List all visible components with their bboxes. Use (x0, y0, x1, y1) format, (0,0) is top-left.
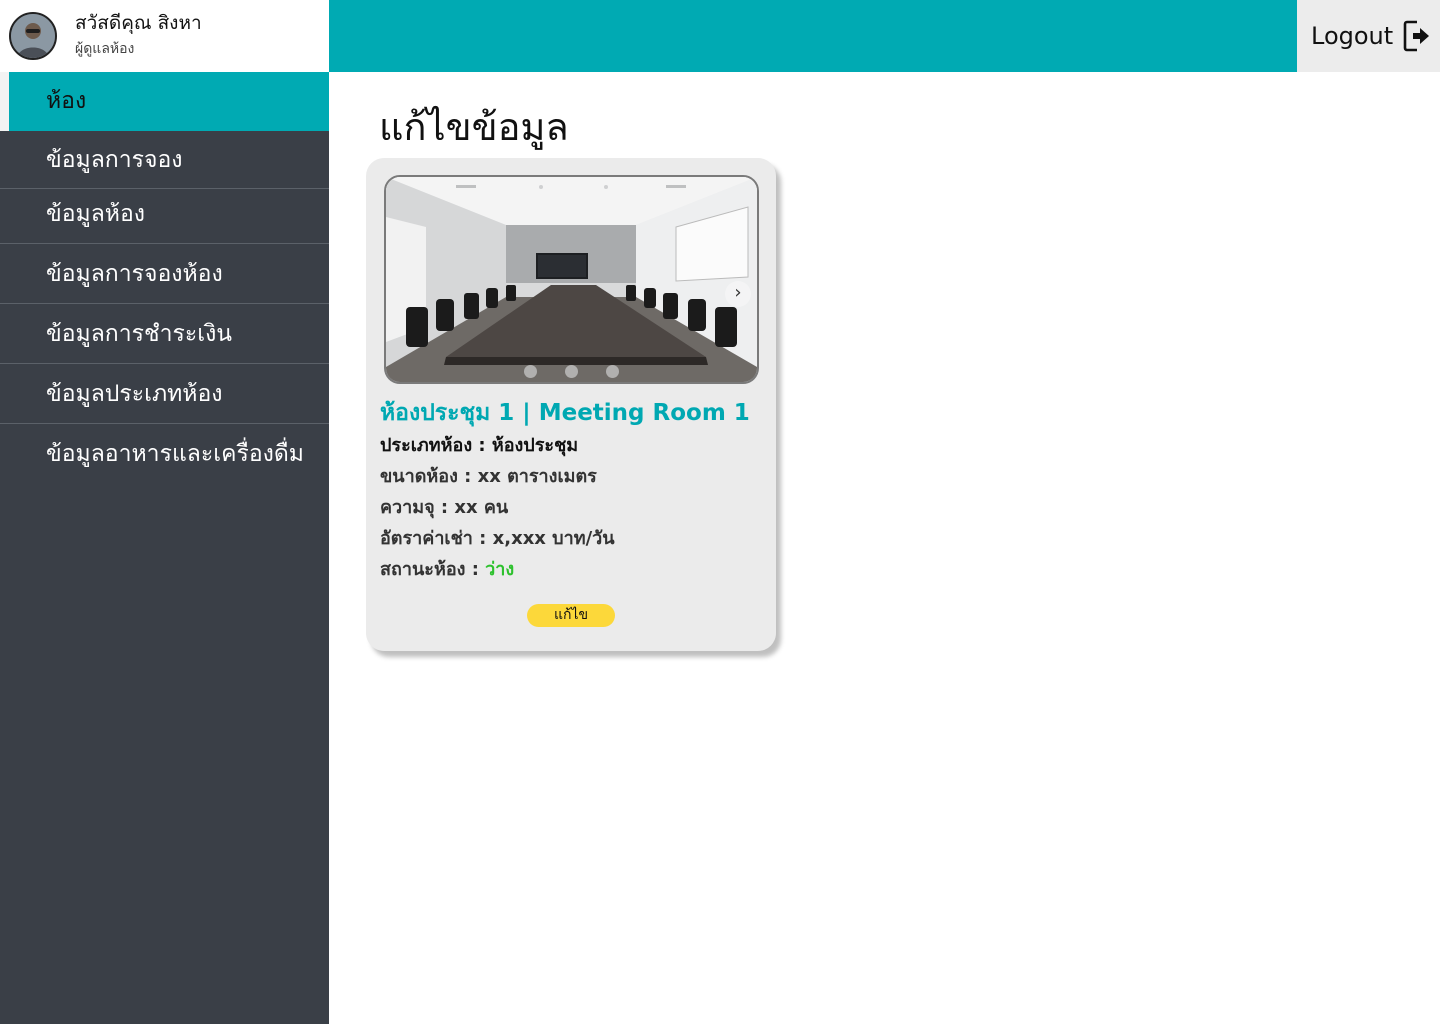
top-bar (329, 0, 1297, 72)
sidebar-item-room[interactable]: ห้อง (0, 72, 329, 131)
sidebar-item-room-info[interactable]: ข้อมูลห้อง (0, 189, 329, 244)
room-type-value: ห้องประชุม (491, 435, 579, 456)
user-avatar-icon[interactable] (9, 12, 57, 60)
room-status-field: สถานะห้อง : ว่าง (380, 554, 514, 583)
logout-button[interactable]: Logout (1297, 0, 1440, 72)
sidebar-item-payment-info[interactable]: ข้อมูลการชำระเงิน (0, 304, 329, 364)
carousel-dots (386, 365, 757, 378)
room-title: ห้องประชุม 1 | Meeting Room 1 (380, 400, 750, 426)
sidebar-item-label: ข้อมูลห้อง (46, 201, 145, 227)
sidebar: สวัสดีคุณ สิงหา ผู้ดูแลห้อง ห้อง ข้อมูลก… (0, 0, 329, 1024)
profile-name: สวัสดีคุณ สิงหา (75, 12, 202, 34)
sidebar-item-label: ข้อมูลการชำระเงิน (46, 321, 233, 347)
room-size-field: ขนาดห้อง : xx ตารางเมตร (380, 466, 597, 487)
room-rate-field: อัตราค่าเช่า : x,xxx บาท/วัน (380, 528, 615, 549)
carousel-dot[interactable] (606, 365, 619, 378)
profile-role: ผู้ดูแลห้อง (75, 41, 135, 57)
sidebar-item-label: ห้อง (46, 88, 87, 114)
sidebar-item-label: ข้อมูลการจองห้อง (46, 261, 223, 287)
carousel-dot[interactable] (565, 365, 578, 378)
sidebar-item-label: ข้อมูลอาหารและเครื่องดื่ม (46, 441, 304, 467)
room-type-field: ประเภทห้อง : ห้องประชุม (380, 430, 578, 459)
profile-panel: สวัสดีคุณ สิงหา ผู้ดูแลห้อง (0, 0, 329, 72)
edit-button[interactable]: แก้ไข (527, 604, 615, 627)
room-status-label: สถานะห้อง : (380, 559, 486, 580)
sidebar-item-label: ข้อมูลประเภทห้อง (46, 381, 223, 407)
carousel-dot[interactable] (524, 365, 537, 378)
carousel-next-button[interactable]: › (725, 281, 751, 307)
logout-icon (1403, 20, 1431, 52)
room-capacity-field: ความจุ : xx คน (380, 497, 509, 518)
room-photo-carousel[interactable]: › (384, 175, 759, 384)
room-status-value: ว่าง (485, 559, 515, 580)
sidebar-item-label: ข้อมูลการจอง (46, 147, 183, 173)
meeting-room-photo (386, 177, 757, 382)
sidebar-item-booking-info[interactable]: ข้อมูลการจอง (0, 131, 329, 189)
sidebar-item-room-booking-info[interactable]: ข้อมูลการจองห้อง (0, 244, 329, 304)
room-card: › ห้องประชุม 1 | Meeting Room 1 ประเภทห้… (366, 158, 776, 651)
sidebar-item-food-drink-info[interactable]: ข้อมูลอาหารและเครื่องดื่ม (0, 424, 329, 484)
logout-label: Logout (1311, 22, 1394, 50)
room-type-label: ประเภทห้อง : (380, 435, 492, 456)
sidebar-nav: ห้อง ข้อมูลการจอง ข้อมูลห้อง ข้อมูลการจอ… (0, 72, 329, 484)
sidebar-item-room-type-info[interactable]: ข้อมูลประเภทห้อง (0, 364, 329, 424)
page-title: แก้ไขข้อมูล (379, 105, 569, 149)
